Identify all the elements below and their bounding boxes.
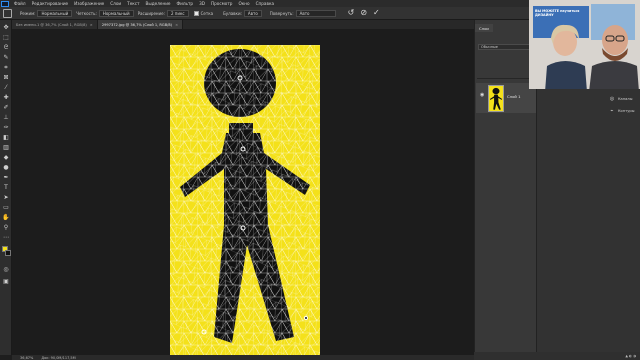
system-tray: ▲ ◐ ◑: [474, 352, 640, 360]
document-tab-bar: Без имени-1 @ 36,7% (Слой 1, RGB/8) × 29…: [12, 20, 474, 29]
eyedropper-tool-icon[interactable]: ⁄: [2, 84, 10, 92]
quality-label: Четкость:: [76, 10, 97, 16]
zoom-tool-icon[interactable]: ⚲: [2, 224, 10, 232]
menu-item-file[interactable]: Файл: [11, 1, 29, 6]
document-canvas-image[interactable]: [170, 45, 320, 355]
path-select-tool-icon[interactable]: ➤: [2, 194, 10, 202]
pins-select[interactable]: Авто: [243, 9, 262, 17]
zoom-level[interactable]: 36,67%: [20, 356, 33, 360]
layer-name[interactable]: Слой 1: [507, 94, 521, 99]
tray-icons[interactable]: ▲ ◐ ◑: [625, 354, 636, 358]
healing-tool-icon[interactable]: ✚: [2, 94, 10, 102]
eraser-tool-icon[interactable]: ◧: [2, 134, 10, 142]
menu-item-edit[interactable]: Редактирование: [29, 1, 72, 6]
puppet-warp-tool-icon[interactable]: [3, 8, 12, 18]
rotate-label: Повернуть:: [269, 10, 294, 16]
menu-item-3d[interactable]: 3D: [196, 1, 208, 6]
webcam-overlay: ВЫ МОЖЕТЕ научиться ДИЗАЙНУ: [529, 0, 640, 89]
background-color-swatch[interactable]: [5, 250, 11, 256]
tools-panel: ✥ ⬚ ᘓ ✎ ⌗ ⊠ ⁄ ✚ ✐ ⊥ ✑ ◧ ▥ ◆ ● ✒ T ➤ ▭ ✋ …: [0, 20, 12, 355]
blur-tool-icon[interactable]: ◆: [2, 154, 10, 162]
tab-label: 2997372.jpg @ 36,7% (Слой 1, RGB/8): [101, 22, 173, 27]
hand-tool-icon[interactable]: ✋: [2, 214, 10, 222]
quick-mask-icon[interactable]: ◎: [2, 266, 10, 274]
screen-mode-icon[interactable]: ▣: [2, 278, 10, 286]
expansion-label: Расширение:: [137, 10, 165, 16]
brush-tool-icon[interactable]: ✐: [2, 104, 10, 112]
grid-checkbox[interactable]: [193, 10, 199, 16]
mesh-overlay-secondary: [170, 45, 320, 355]
expansion-input[interactable]: 2 пикс: [166, 9, 189, 17]
document-tab[interactable]: Без имени-1 @ 36,7% (Слой 1, RGB/8) ×: [12, 20, 98, 29]
type-tool-icon[interactable]: T: [2, 184, 10, 192]
layer-kind-filter[interactable]: Обычные: [478, 44, 534, 50]
cancel-icon[interactable]: ⊘: [360, 8, 367, 18]
stamp-tool-icon[interactable]: ⊥: [2, 114, 10, 122]
close-icon[interactable]: ×: [90, 23, 93, 27]
menu-item-layers[interactable]: Слои: [107, 1, 124, 6]
grid-checkbox-label: Сетка: [200, 10, 214, 16]
webcam-person-right: [589, 25, 639, 89]
move-tool-icon[interactable]: ✥: [2, 24, 10, 32]
panel-item-label: Каналы: [618, 97, 633, 101]
photoshop-logo-icon: [1, 0, 9, 7]
eye-icon[interactable]: ◉: [480, 92, 484, 98]
panel-item-paths[interactable]: ⌁ Контуры: [609, 108, 634, 114]
menu-item-window[interactable]: Окно: [235, 1, 252, 6]
rotate-select[interactable]: Авто: [295, 9, 336, 17]
panel-item-label: Контуры: [618, 109, 635, 113]
marquee-tool-icon[interactable]: ⬚: [2, 34, 10, 42]
close-icon[interactable]: ×: [175, 23, 178, 27]
dodge-tool-icon[interactable]: ●: [2, 164, 10, 172]
status-bar: 36,67% Док: 90,0M/117,5M: [12, 355, 474, 360]
mode-select[interactable]: Нормальный: [37, 9, 73, 17]
more-tools-icon[interactable]: ⋯: [2, 234, 10, 242]
menu-item-select[interactable]: Выделение: [143, 1, 174, 6]
shape-tool-icon[interactable]: ▭: [2, 204, 10, 212]
pen-tool-icon[interactable]: ✒: [2, 174, 10, 182]
crop-tool-icon[interactable]: ⌗: [2, 64, 10, 72]
frame-tool-icon[interactable]: ⊠: [2, 74, 10, 82]
menu-item-view[interactable]: Просмотр: [208, 1, 236, 6]
layers-panel: Слои Обычные ◉ Слой 1: [474, 20, 536, 360]
menu-item-help[interactable]: Справка: [253, 1, 277, 6]
document-tab-active[interactable]: 2997372.jpg @ 36,7% (Слой 1, RGB/8) ×: [97, 20, 184, 29]
menu-item-text[interactable]: Текст: [124, 1, 142, 6]
layer-row[interactable]: ◉ Слой 1: [476, 83, 536, 113]
poster-title: ВЫ МОЖЕТЕ научиться ДИЗАЙНУ: [535, 9, 580, 17]
history-brush-tool-icon[interactable]: ✑: [2, 124, 10, 132]
tab-layers[interactable]: Слои: [475, 24, 493, 32]
menu-item-image[interactable]: Изображение: [71, 1, 107, 6]
lasso-tool-icon[interactable]: ᘓ: [2, 44, 10, 52]
commit-check-icon[interactable]: ✓: [373, 8, 380, 18]
reset-icon[interactable]: ↺: [348, 8, 355, 18]
tab-label: Без имени-1 @ 36,7% (Слой 1, RGB/8): [16, 22, 87, 27]
circle-icon: ◎: [609, 96, 615, 102]
gradient-tool-icon[interactable]: ▥: [2, 144, 10, 152]
mode-label: Режим:: [20, 10, 36, 16]
path-icon: ⌁: [610, 108, 614, 114]
pins-label: Булавки:: [223, 10, 242, 16]
layer-thumbnail: [488, 85, 504, 112]
quick-select-tool-icon[interactable]: ✎: [2, 54, 10, 62]
panel-item-channels[interactable]: ◎ Каналы: [609, 96, 633, 102]
menu-item-filter[interactable]: Фильтр: [174, 1, 197, 6]
document-size: Док: 90,0M/117,5M: [41, 355, 76, 360]
panel-divider: [477, 78, 535, 79]
quality-select[interactable]: Нормальный: [98, 9, 134, 17]
webcam-person-left: [545, 24, 587, 89]
